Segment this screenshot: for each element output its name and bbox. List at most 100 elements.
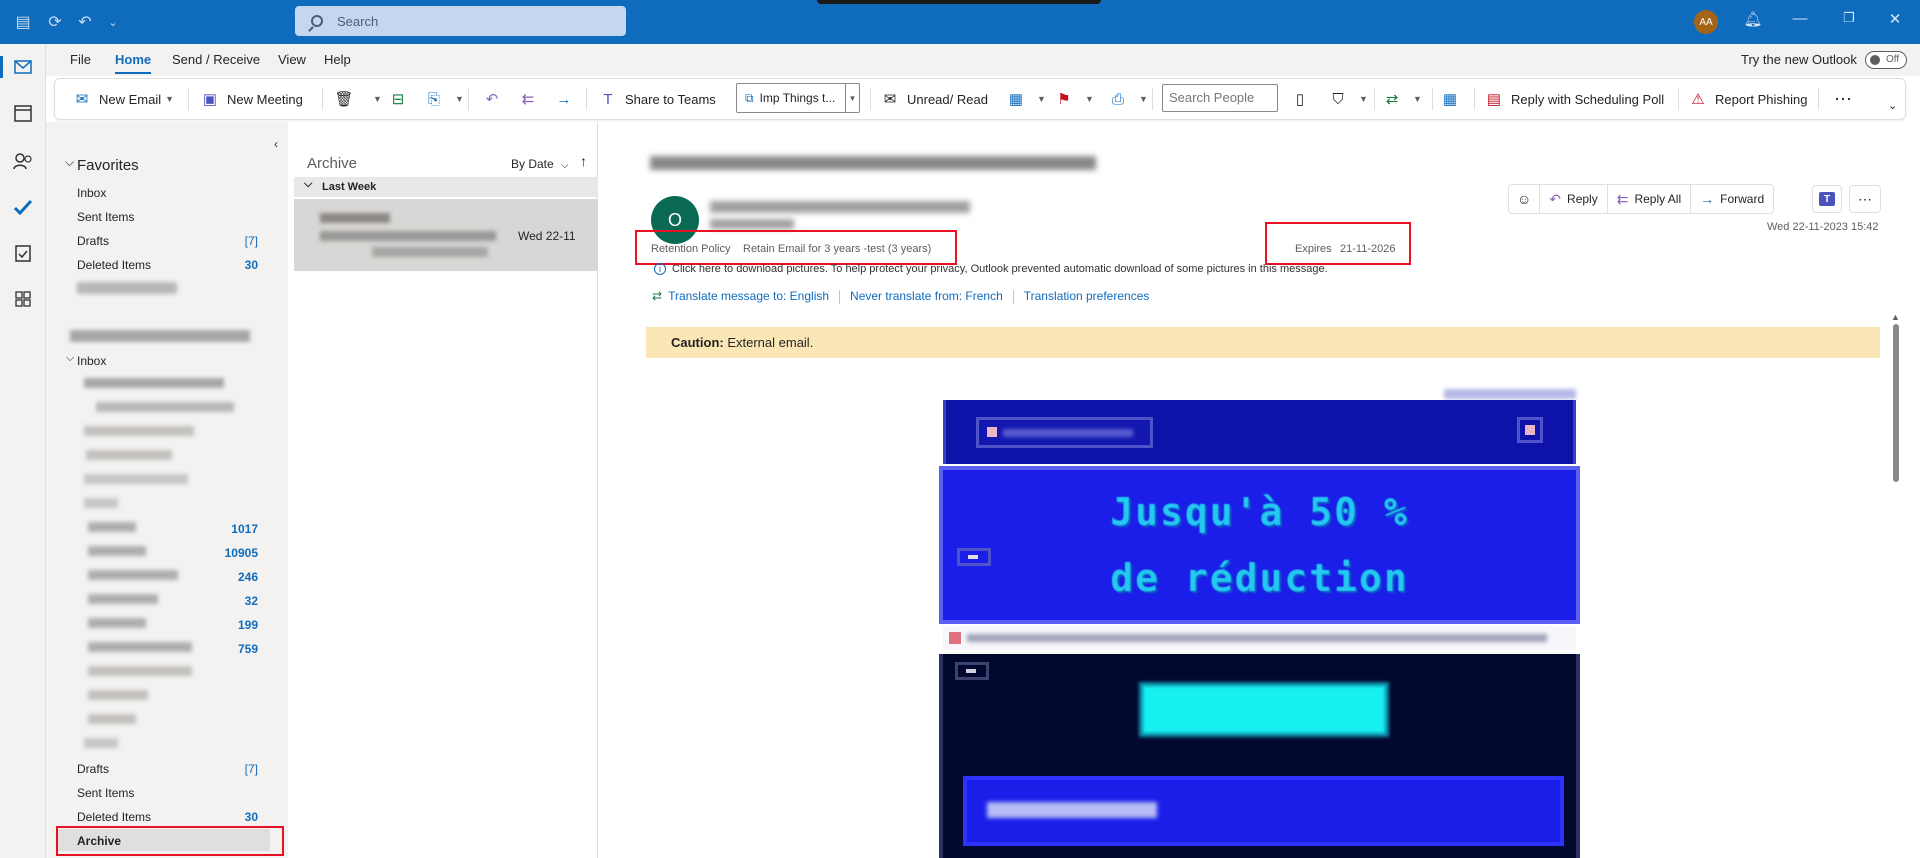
search-people-input[interactable]: Search People: [1162, 84, 1278, 112]
ribbon-expand-button[interactable]: ⌄: [1888, 92, 1897, 118]
tab-send-receive[interactable]: Send / Receive: [172, 52, 260, 67]
scroll-up-icon[interactable]: ▲: [1891, 312, 1900, 322]
apps-button[interactable]: ▦: [1440, 86, 1467, 112]
chevron-down-icon[interactable]: ▼: [373, 94, 382, 104]
app-menu-icon[interactable]: ▤: [12, 11, 34, 33]
folder-drafts[interactable]: Drafts: [77, 234, 109, 248]
close-icon[interactable]: ✕: [1883, 10, 1907, 28]
subfolder[interactable]: [88, 690, 148, 700]
logo-placeholder[interactable]: [976, 417, 1153, 448]
folder-deleted-items[interactable]: Deleted Items: [77, 258, 151, 272]
new-meeting-button[interactable]: ▣ New Meeting: [200, 86, 303, 112]
chevron-down-icon[interactable]: ▼: [1413, 94, 1422, 104]
sort-dropdown[interactable]: By Date ⌵: [511, 157, 569, 171]
subfolder[interactable]: [88, 714, 136, 724]
chevron-down-icon[interactable]: ▼: [165, 94, 174, 104]
chevron-down-icon[interactable]: ▼: [1359, 94, 1368, 104]
categorize-button[interactable]: ▦ ▼: [1006, 86, 1046, 112]
chevron-down-icon[interactable]: ⌵: [66, 352, 74, 365]
tab-help[interactable]: Help: [324, 52, 351, 67]
minimize-icon[interactable]: —: [1788, 10, 1812, 27]
folder-inbox[interactable]: Inbox: [77, 186, 106, 200]
rules-button[interactable]: ⎙ ▼: [1108, 86, 1148, 112]
teams-chat-button[interactable]: T: [1812, 185, 1842, 213]
chevron-down-icon[interactable]: ▼: [845, 84, 859, 112]
collapse-pane-icon[interactable]: ‹: [274, 137, 278, 151]
tasks-icon[interactable]: [12, 242, 34, 264]
account-header[interactable]: [70, 330, 250, 342]
undo-icon[interactable]: ↶: [74, 11, 96, 33]
subfolder[interactable]: [96, 402, 234, 412]
subfolder[interactable]: [88, 546, 146, 556]
subfolder[interactable]: [88, 666, 192, 676]
discover-cta-button[interactable]: [1139, 682, 1389, 737]
emoji-reaction-button[interactable]: ☺: [1509, 185, 1541, 213]
sync-icon[interactable]: ⟳: [44, 11, 66, 33]
subfolder[interactable]: [88, 594, 158, 604]
group-header-last-week[interactable]: Last Week: [294, 174, 598, 197]
subfolder[interactable]: [88, 642, 192, 652]
download-pictures-info[interactable]: i Click here to download pictures. To hel…: [654, 263, 1328, 275]
delete-button[interactable]: 🗑︎ ▼: [334, 86, 382, 112]
services-banner[interactable]: [963, 776, 1564, 846]
recipient-line[interactable]: [710, 219, 794, 229]
customize-toolbar-icon[interactable]: ⌄: [102, 11, 124, 33]
people-icon[interactable]: [12, 150, 34, 172]
user-avatar[interactable]: AA: [1694, 10, 1718, 34]
reply-button[interactable]: ↶: [482, 86, 509, 112]
folder-inbox-account[interactable]: Inbox: [77, 354, 106, 368]
forward-action-button[interactable]: → Forward: [1691, 185, 1773, 213]
subfolder[interactable]: [86, 450, 172, 460]
restore-icon[interactable]: ❐: [1837, 10, 1861, 26]
chevron-down-icon[interactable]: ▼: [1085, 94, 1094, 104]
quick-steps-dropdown[interactable]: ⧉ Imp Things t... ▼: [736, 83, 860, 113]
translate-button[interactable]: ⇄ ▼: [1382, 86, 1422, 112]
address-book-button[interactable]: ▯: [1290, 86, 1317, 112]
subfolder[interactable]: [88, 570, 178, 580]
folder-sent-items[interactable]: Sent Items: [77, 210, 134, 224]
folder-deleted-items-account[interactable]: Deleted Items: [77, 810, 151, 824]
folder-blurred[interactable]: [77, 282, 177, 294]
bell-icon[interactable]: 🔔︎: [1741, 10, 1765, 28]
chevron-down-icon[interactable]: ▼: [1037, 94, 1046, 104]
subfolder[interactable]: [84, 426, 194, 436]
folder-drafts-account[interactable]: Drafts: [77, 762, 109, 776]
tab-view[interactable]: View: [278, 52, 306, 67]
calendar-icon[interactable]: [12, 102, 34, 124]
sender-name[interactable]: [710, 201, 970, 213]
never-translate-link[interactable]: Never translate from: French: [850, 289, 1003, 303]
search-box[interactable]: Search: [295, 6, 626, 36]
reply-action-button[interactable]: ↶ Reply: [1540, 185, 1608, 213]
chevron-down-icon[interactable]: ▼: [455, 94, 464, 104]
move-button[interactable]: ⎘ ▼: [424, 86, 464, 112]
forward-button[interactable]: →: [554, 86, 581, 112]
share-to-teams-button[interactable]: T Share to Teams: [598, 86, 715, 112]
more-actions-button[interactable]: ⋯: [1849, 185, 1881, 213]
new-email-button[interactable]: ✉ New Email ▼: [72, 86, 174, 112]
mail-icon[interactable]: [0, 56, 34, 78]
todo-icon[interactable]: [12, 196, 34, 218]
archive-button[interactable]: ⊟: [388, 86, 415, 112]
reply-scheduling-poll-button[interactable]: ▤ Reply with Scheduling Poll: [1484, 86, 1664, 112]
tab-home[interactable]: Home: [115, 52, 152, 74]
filter-button[interactable]: ⛉ ▼: [1328, 86, 1368, 112]
reply-all-action-button[interactable]: ⇇ Reply All: [1608, 185, 1692, 213]
apps-icon[interactable]: [12, 288, 34, 310]
report-phishing-button[interactable]: ⚠ Report Phishing: [1688, 86, 1807, 112]
translate-to-link[interactable]: Translate message to: English: [668, 289, 829, 303]
more-ribbon-button[interactable]: ⋯: [1834, 86, 1852, 112]
flag-button[interactable]: ⚑ ▼: [1054, 86, 1094, 112]
subfolder[interactable]: [84, 474, 188, 484]
tab-file[interactable]: File: [70, 52, 91, 67]
reply-all-button[interactable]: ⇇: [518, 86, 545, 112]
newsletter-hero[interactable]: Jusqu'à 50 % de réduction: [939, 466, 1580, 624]
try-new-outlook-toggle[interactable]: Off: [1865, 51, 1907, 69]
subfolder[interactable]: [84, 738, 118, 748]
subfolder[interactable]: [88, 618, 146, 628]
subfolder[interactable]: [88, 522, 136, 532]
unread-read-button[interactable]: ✉ Unread/ Read: [880, 86, 988, 112]
sort-direction-icon[interactable]: ↑: [580, 153, 587, 169]
chevron-down-icon[interactable]: ▼: [1139, 94, 1148, 104]
view-online-link[interactable]: [1444, 389, 1576, 399]
subfolder[interactable]: [84, 378, 224, 388]
